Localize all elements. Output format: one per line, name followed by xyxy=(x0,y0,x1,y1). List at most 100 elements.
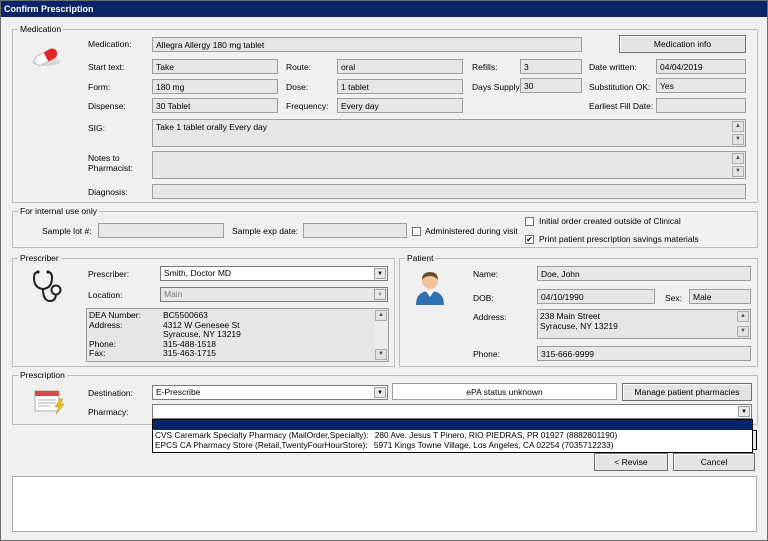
destination-label: Destination: xyxy=(88,388,133,398)
prescription-pad-icon xyxy=(34,389,66,415)
dispense-label: Dispense: xyxy=(88,101,126,111)
pharmacy-option[interactable]: CVS Caremark Specialty Pharmacy (MailOrd… xyxy=(153,430,752,440)
notes-field[interactable]: ▲ ▼ xyxy=(152,151,746,179)
patient-avatar-icon xyxy=(414,269,446,305)
pharmacy-select[interactable]: ▼ xyxy=(152,404,752,419)
route-field[interactable]: oral xyxy=(337,59,463,74)
destination-select[interactable]: E-Prescribe ▼ xyxy=(152,385,388,400)
date-written-label: Date written: xyxy=(589,62,637,72)
chevron-down-icon[interactable]: ▼ xyxy=(738,406,750,417)
patient-phone-label: Phone: xyxy=(473,349,500,359)
destination-value: E-Prescribe xyxy=(156,387,201,397)
manage-pharmacies-button[interactable]: Manage patient pharmacies xyxy=(622,383,752,401)
frequency-label: Frequency: xyxy=(286,101,329,111)
dob-label: DOB: xyxy=(473,293,494,303)
internal-section-title: For internal use only xyxy=(18,206,100,216)
window-title: Confirm Prescription xyxy=(1,1,767,17)
initial-order-label: Initial order created outside of Clinica… xyxy=(539,216,681,226)
patient-name-field[interactable]: Doe, John xyxy=(537,266,751,281)
substitution-label: Substitution OK: xyxy=(589,82,651,92)
refills-label: Refills: xyxy=(472,62,498,72)
sig-label: SIG: xyxy=(88,123,106,133)
chevron-down-icon[interactable]: ▼ xyxy=(374,289,386,300)
message-panel xyxy=(12,476,757,532)
sex-field[interactable]: Male xyxy=(689,289,751,304)
prescriber-value: Smith, Doctor MD xyxy=(164,268,232,278)
sig-scrollbar[interactable]: ▲ ▼ xyxy=(732,121,744,145)
diagnosis-label: Diagnosis: xyxy=(88,187,128,197)
medication-info-button[interactable]: Medication info xyxy=(619,35,746,53)
sample-lot-field[interactable] xyxy=(98,223,224,238)
address-label: Address: xyxy=(473,312,507,322)
checkmark-icon: ✔ xyxy=(526,235,533,244)
epa-status-box: ePA status unknown xyxy=(392,383,617,400)
prescriber-select[interactable]: Smith, Doctor MD ▼ xyxy=(160,266,388,281)
scroll-up-icon[interactable]: ▲ xyxy=(732,153,744,164)
pharmacy-label: Pharmacy: xyxy=(88,407,129,417)
pill-capsule-icon xyxy=(30,46,62,68)
scroll-up-icon[interactable]: ▲ xyxy=(375,310,387,321)
sig-text: Take 1 tablet orally Every day xyxy=(156,122,268,132)
days-supply-label: Days Supply: xyxy=(472,82,523,92)
administered-label: Administered during visit xyxy=(425,226,518,236)
pharmacy-dropdown-list[interactable]: CVS Caremark Specialty Pharmacy (MailOrd… xyxy=(152,419,753,453)
administered-checkbox[interactable] xyxy=(412,227,421,236)
sample-exp-label: Sample exp date: xyxy=(232,226,299,236)
patient-address-box[interactable]: 238 Main Street Syracuse, NY 13219 ▲ ▼ xyxy=(537,309,751,339)
frequency-field[interactable]: Every day xyxy=(337,98,463,113)
pharmacy-option-name: EPCS CA Pharmacy Store (Retail,TwentyFou… xyxy=(155,440,368,450)
sample-exp-field[interactable] xyxy=(303,223,407,238)
confirm-prescription-window: Confirm Prescription Medication Medicati… xyxy=(0,0,768,541)
prescriber-details-keys: DEA Number: Address: Phone: Fax: xyxy=(89,310,141,358)
scroll-down-icon[interactable]: ▼ xyxy=(732,166,744,177)
dob-field[interactable]: 04/10/1990 xyxy=(537,289,655,304)
scroll-down-icon[interactable]: ▼ xyxy=(737,326,749,337)
pharmacy-option-empty[interactable] xyxy=(153,420,752,430)
date-written-field[interactable]: 04/04/2019 xyxy=(656,59,746,74)
print-savings-checkbox[interactable]: ✔ xyxy=(525,235,534,244)
dispense-field[interactable]: 30 Tablet xyxy=(152,98,278,113)
cancel-button[interactable]: Cancel xyxy=(673,453,755,471)
notes-label: Notes to Pharmacist: xyxy=(88,153,133,173)
patient-address-scrollbar[interactable]: ▲ ▼ xyxy=(737,311,749,337)
start-text-field[interactable]: Take xyxy=(152,59,278,74)
stethoscope-icon xyxy=(30,269,64,305)
patient-name-label: Name: xyxy=(473,269,499,279)
pharmacy-option[interactable]: EPCS CA Pharmacy Store (Retail,TwentyFou… xyxy=(153,440,752,450)
refills-field[interactable]: 3 xyxy=(520,59,582,74)
sig-field[interactable]: Take 1 tablet orally Every day ▲ ▼ xyxy=(152,119,746,147)
chevron-down-icon[interactable]: ▼ xyxy=(374,387,386,398)
pharmacy-option-name: CVS Caremark Specialty Pharmacy (MailOrd… xyxy=(155,430,369,440)
location-value: Main xyxy=(164,289,183,299)
diagnosis-field[interactable] xyxy=(152,184,746,199)
earliest-fill-label: Earliest Fill Date: xyxy=(589,101,654,111)
pharmacy-option-address: 280 Ave. Jesus T Pinero, RIO PIEDRAS, PR… xyxy=(374,430,618,440)
form-field[interactable]: 180 mg xyxy=(152,79,278,94)
scroll-down-icon[interactable]: ▼ xyxy=(375,349,387,360)
days-supply-field[interactable]: 30 xyxy=(520,78,582,93)
chevron-down-icon[interactable]: ▼ xyxy=(374,268,386,279)
initial-order-checkbox[interactable] xyxy=(525,217,534,226)
revise-button[interactable]: < Revise xyxy=(594,453,668,471)
patient-address-text: 238 Main Street Syracuse, NY 13219 xyxy=(540,311,618,331)
scroll-down-icon[interactable]: ▼ xyxy=(732,134,744,145)
pharmacy-option-address: 5971 Kings Towne Village, Los Angeles, C… xyxy=(373,440,614,450)
substitution-field[interactable]: Yes xyxy=(656,78,746,93)
sample-lot-label: Sample lot #: xyxy=(42,226,92,236)
location-label: Location: xyxy=(88,290,123,300)
notes-scrollbar[interactable]: ▲ ▼ xyxy=(732,153,744,177)
patient-section-title: Patient xyxy=(405,253,436,263)
scroll-up-icon[interactable]: ▲ xyxy=(737,311,749,322)
earliest-fill-field[interactable] xyxy=(656,98,746,113)
medication-field[interactable]: Allegra Allergy 180 mg tablet xyxy=(152,37,582,52)
prescriber-details-box[interactable]: DEA Number: Address: Phone: Fax: BC55006… xyxy=(86,308,389,362)
prescriber-details-scrollbar[interactable]: ▲ ▼ xyxy=(375,310,387,360)
sex-label: Sex: xyxy=(665,293,683,303)
dose-field[interactable]: 1 tablet xyxy=(337,79,463,94)
location-select[interactable]: Main ▼ xyxy=(160,287,388,302)
medication-label: Medication: xyxy=(88,39,132,49)
scroll-up-icon[interactable]: ▲ xyxy=(732,121,744,132)
prescriber-section-title: Prescriber xyxy=(18,253,61,263)
prescriber-label: Prescriber: xyxy=(88,269,130,279)
patient-phone-field[interactable]: 315-666-9999 xyxy=(537,346,751,361)
